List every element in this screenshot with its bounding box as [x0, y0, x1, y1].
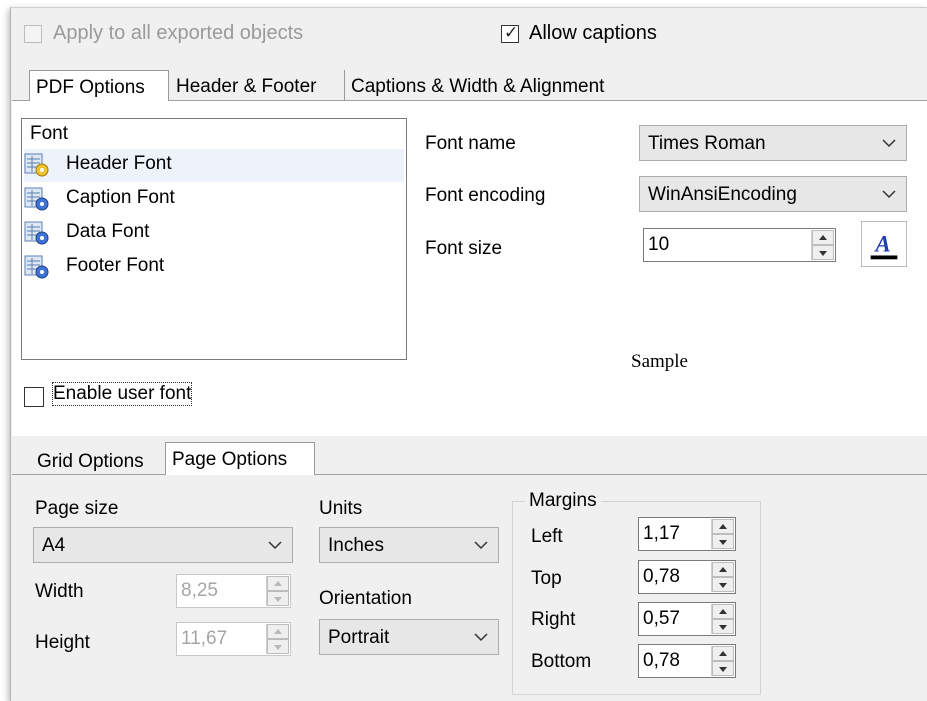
- height-stepper[interactable]: [266, 624, 289, 654]
- font-name-select[interactable]: Times Roman: [639, 125, 907, 161]
- width-label: Width: [35, 581, 84, 602]
- font-settings-icon: [24, 187, 49, 211]
- margin-left-value: 1,17: [643, 523, 680, 544]
- spin-up-icon[interactable]: [267, 576, 289, 591]
- svg-text:A: A: [873, 232, 890, 257]
- apply-all-label: Apply to all exported objects: [53, 22, 304, 44]
- font-encoding-select[interactable]: WinAnsiEncoding: [639, 176, 907, 212]
- width-stepper[interactable]: [266, 576, 289, 606]
- margin-top-stepper[interactable]: [711, 562, 734, 592]
- list-item-caption-font[interactable]: Caption Font: [24, 183, 404, 216]
- font-size-spinner[interactable]: 10: [643, 228, 836, 262]
- spin-up-icon[interactable]: [712, 604, 734, 619]
- margin-left-label: Left: [531, 526, 563, 547]
- allow-captions-label: Allow captions: [529, 22, 657, 44]
- enable-user-font-checkbox[interactable]: [24, 387, 44, 407]
- spin-up-icon[interactable]: [712, 646, 734, 661]
- height-value: 11,67: [181, 628, 228, 649]
- chevron-down-icon: [882, 139, 896, 148]
- spin-down-icon[interactable]: [712, 661, 734, 676]
- tab-captions-width-alignment[interactable]: Captions & Width & Alignment: [344, 70, 610, 101]
- font-name-value: Times Roman: [648, 133, 766, 154]
- margin-bottom-label: Bottom: [531, 651, 592, 672]
- page-size-select[interactable]: A4: [33, 527, 293, 563]
- orientation-label: Orientation: [319, 588, 412, 609]
- spin-up-icon[interactable]: [812, 230, 834, 245]
- tab-header-footer[interactable]: Header & Footer: [170, 70, 322, 101]
- margin-right-value: 0,57: [643, 608, 680, 629]
- font-list: Font Header Font Caption Font Data Font …: [21, 118, 407, 360]
- margin-top-label: Top: [531, 568, 562, 589]
- margin-left-spinner[interactable]: 1,17: [638, 517, 736, 551]
- chevron-down-icon: [474, 633, 488, 642]
- page-size-value: A4: [42, 535, 66, 556]
- font-color-icon: A: [870, 232, 898, 260]
- units-select[interactable]: Inches: [319, 527, 499, 563]
- spin-down-icon[interactable]: [267, 591, 289, 606]
- checkmark-icon: ✓: [504, 23, 519, 42]
- margin-top-spinner[interactable]: 0,78: [638, 560, 736, 594]
- orientation-select[interactable]: Portrait: [319, 619, 499, 655]
- font-size-stepper[interactable]: [811, 230, 834, 260]
- font-encoding-value: WinAnsiEncoding: [648, 184, 797, 205]
- list-item-label: Header Font: [66, 153, 172, 174]
- spin-down-icon[interactable]: [812, 245, 834, 260]
- units-value: Inches: [328, 535, 384, 556]
- height-label: Height: [35, 632, 90, 653]
- chevron-down-icon: [882, 190, 896, 199]
- font-size-label: Font size: [425, 238, 503, 259]
- chevron-down-icon: [268, 541, 282, 550]
- list-item-data-font[interactable]: Data Font: [24, 217, 404, 250]
- apply-all-checkbox[interactable]: [24, 25, 42, 43]
- spin-down-icon[interactable]: [267, 639, 289, 654]
- list-item-label: Caption Font: [66, 187, 175, 208]
- margin-top-value: 0,78: [643, 566, 680, 587]
- allow-captions-checkbox[interactable]: ✓: [501, 23, 519, 43]
- margins-title: Margins: [525, 490, 601, 512]
- font-encoding-label: Font encoding: [425, 185, 546, 206]
- margin-right-stepper[interactable]: [711, 604, 734, 634]
- font-color-button[interactable]: A: [861, 221, 907, 267]
- spin-up-icon[interactable]: [712, 562, 734, 577]
- margin-bottom-stepper[interactable]: [711, 646, 734, 676]
- font-settings-icon: [24, 221, 49, 245]
- enable-user-font-label: Enable user font: [51, 382, 193, 406]
- font-size-value: 10: [648, 234, 670, 255]
- margin-bottom-spinner[interactable]: 0,78: [638, 644, 736, 678]
- font-settings-icon: [24, 255, 49, 279]
- list-item-label: Footer Font: [66, 255, 165, 276]
- list-item-header-font[interactable]: Header Font: [24, 149, 404, 182]
- list-item-label: Data Font: [66, 221, 150, 242]
- units-label: Units: [319, 498, 363, 519]
- width-spinner[interactable]: 8,25: [176, 574, 291, 608]
- margin-bottom-value: 0,78: [643, 650, 680, 671]
- page-size-label: Page size: [35, 498, 119, 519]
- font-list-header: Font: [30, 123, 69, 144]
- spin-down-icon[interactable]: [712, 577, 734, 592]
- margin-right-spinner[interactable]: 0,57: [638, 602, 736, 636]
- orientation-value: Portrait: [328, 627, 390, 648]
- spin-down-icon[interactable]: [712, 619, 734, 634]
- tab-pdf-options[interactable]: PDF Options: [29, 70, 169, 101]
- chevron-down-icon: [474, 541, 488, 550]
- font-settings-icon: [24, 153, 49, 177]
- font-name-label: Font name: [425, 133, 516, 154]
- export-options-window: Apply to all exported objects ✓ Allow ca…: [10, 7, 927, 701]
- font-sample-text: Sample: [631, 351, 688, 372]
- margin-left-stepper[interactable]: [711, 519, 734, 549]
- spin-up-icon[interactable]: [267, 624, 289, 639]
- width-value: 8,25: [181, 580, 218, 601]
- spin-down-icon[interactable]: [712, 534, 734, 549]
- tab-grid-options[interactable]: Grid Options: [31, 445, 150, 476]
- height-spinner[interactable]: 11,67: [176, 622, 291, 656]
- spin-up-icon[interactable]: [712, 519, 734, 534]
- tab-page-options[interactable]: Page Options: [165, 442, 315, 475]
- list-item-footer-font[interactable]: Footer Font: [24, 251, 404, 284]
- margin-right-label: Right: [531, 609, 576, 630]
